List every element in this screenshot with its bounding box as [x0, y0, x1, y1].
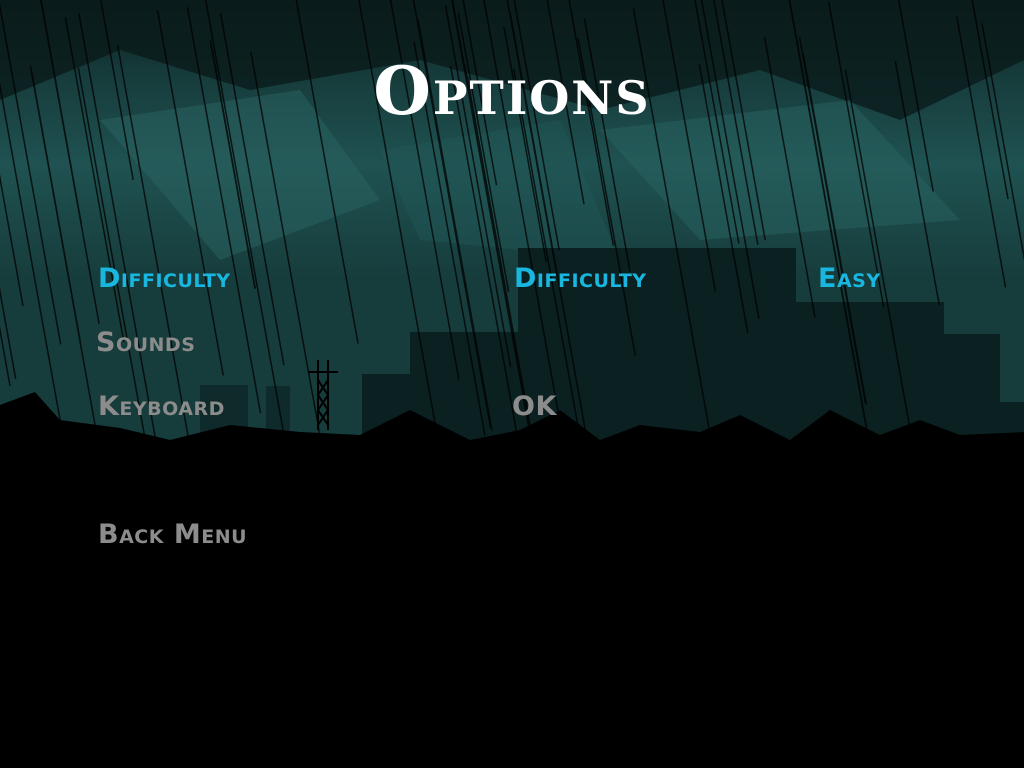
difficulty-value-selector[interactable]: Easy: [818, 263, 881, 294]
difficulty-setting-label: Difficulty: [514, 263, 647, 294]
menu-item-difficulty[interactable]: Difficulty: [98, 263, 231, 294]
options-screen: Options Difficulty Sounds Keyboard Back …: [0, 0, 1024, 768]
page-title: Options: [373, 52, 651, 130]
menu-item-keyboard[interactable]: Keyboard: [98, 391, 225, 422]
menu-item-back-menu[interactable]: Back Menu: [98, 519, 247, 550]
ok-button[interactable]: OK: [512, 391, 557, 422]
menu-item-sounds[interactable]: Sounds: [96, 327, 195, 358]
ground-silhouette: [0, 392, 1024, 768]
